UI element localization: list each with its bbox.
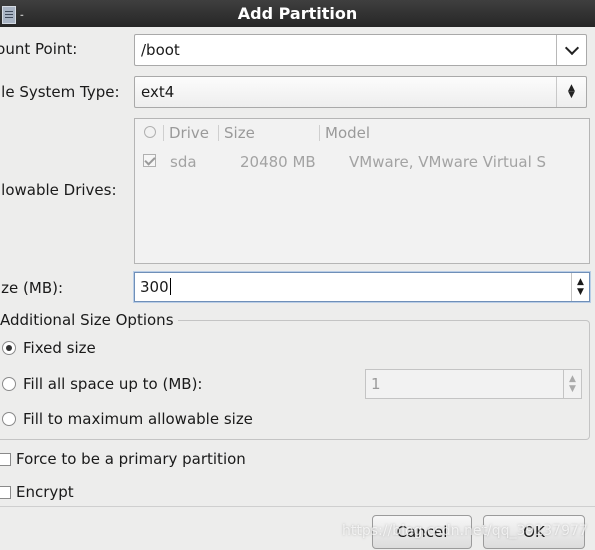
watermark-text: https://blog.csdn.net/qq_39137977: [342, 523, 588, 539]
col-drive[interactable]: Drive: [169, 124, 209, 142]
fixed-size-radio[interactable]: [2, 341, 16, 355]
size-input[interactable]: 300: [140, 278, 171, 296]
force-primary-checkbox[interactable]: [0, 453, 11, 466]
drives-list[interactable]: Drive Size Model sda 20480 MB VMware, VM…: [134, 118, 590, 264]
fill-max-label[interactable]: Fill to maximum allowable size: [23, 410, 253, 428]
drive-model: VMware, VMware Virtual S: [349, 153, 547, 171]
fs-type-label: ile System Type:: [0, 83, 120, 101]
encrypt-label[interactable]: Encrypt: [16, 483, 74, 501]
mount-point-label: lount Point:: [0, 40, 78, 58]
fill-max-radio[interactable]: [2, 412, 16, 426]
encrypt-checkbox[interactable]: [0, 486, 11, 499]
fixed-size-label[interactable]: Fixed size: [23, 339, 96, 357]
col-size[interactable]: Size: [224, 124, 255, 142]
window-titlebar: - Add Partition: [0, 0, 595, 27]
size-options-title: Additional Size Options: [0, 311, 178, 329]
size-spinner[interactable]: 300 ▲ ▼: [134, 272, 590, 302]
drives-header: Drive Size Model: [135, 119, 589, 147]
size-label: ize (MB):: [0, 279, 64, 297]
mount-point-value[interactable]: /boot: [141, 41, 180, 59]
fill-up-value: 1: [371, 375, 381, 393]
col-model[interactable]: Model: [325, 124, 370, 142]
fs-type-value: ext4: [141, 83, 175, 101]
fill-up-spinner[interactable]: 1 ▲ ▼: [365, 369, 582, 399]
mount-point-combo[interactable]: /boot: [134, 34, 587, 66]
fill-up-radio[interactable]: [2, 377, 16, 391]
fill-up-label[interactable]: Fill all space up to (MB):: [23, 375, 203, 393]
window-title: Add Partition: [237, 4, 358, 23]
up-down-icon[interactable]: ▲ ▼: [556, 77, 586, 107]
drive-name: sda: [170, 153, 197, 171]
drives-label: llowable Drives:: [0, 181, 117, 199]
fs-type-combo[interactable]: ext4 ▲ ▼: [134, 76, 587, 108]
chevron-down-icon[interactable]: [556, 35, 586, 65]
drive-size: 20480 MB: [240, 153, 316, 171]
size-stepper-icon[interactable]: ▲ ▼: [571, 273, 589, 301]
fill-up-stepper-icon[interactable]: ▲ ▼: [563, 370, 581, 398]
table-row[interactable]: sda 20480 MB VMware, VMware Virtual S: [135, 149, 589, 175]
select-all-radio: [144, 126, 156, 138]
button-divider: [0, 506, 595, 507]
force-primary-label[interactable]: Force to be a primary partition: [16, 450, 246, 468]
drive-checkbox[interactable]: [143, 154, 156, 167]
